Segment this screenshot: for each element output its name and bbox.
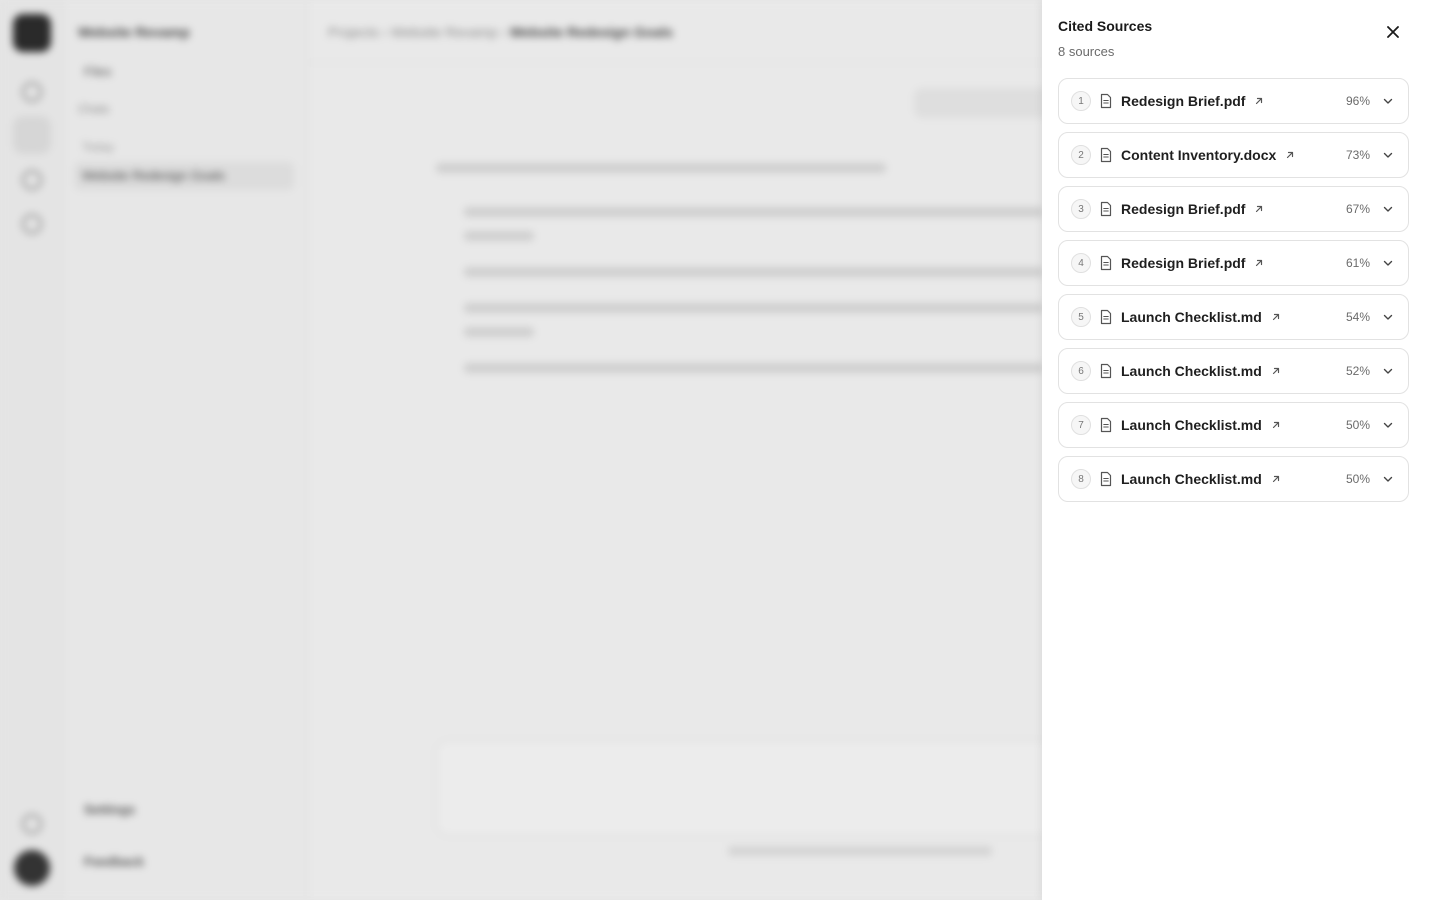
source-item[interactable]: 6 Launch Checklist.md 52% — [1058, 348, 1409, 394]
panel-title: Cited Sources — [1058, 18, 1153, 34]
projects-icon — [13, 116, 51, 154]
external-link-icon[interactable] — [1270, 365, 1282, 377]
sidebar-item-settings: Settings — [84, 802, 136, 817]
breadcrumb-item: Website Revamp — [391, 24, 498, 40]
source-item[interactable]: 5 Launch Checklist.md 54% — [1058, 294, 1409, 340]
message-composer — [436, 740, 1136, 836]
breadcrumb-item: Projects — [328, 24, 379, 40]
chevron-down-icon[interactable] — [1380, 417, 1396, 433]
source-name: Launch Checklist.md — [1121, 309, 1262, 325]
app-logo — [13, 14, 51, 52]
source-index: 6 — [1071, 361, 1091, 381]
source-name: Launch Checklist.md — [1121, 363, 1262, 379]
source-index: 3 — [1071, 199, 1091, 219]
source-name: Redesign Brief.pdf — [1121, 201, 1246, 217]
source-item[interactable]: 4 Redesign Brief.pdf 61% — [1058, 240, 1409, 286]
source-name: Launch Checklist.md — [1121, 471, 1262, 487]
avatar — [14, 850, 50, 886]
document-icon — [1099, 471, 1113, 487]
document-icon — [1099, 147, 1113, 163]
answer-line — [464, 267, 1044, 277]
source-item[interactable]: 3 Redesign Brief.pdf 67% — [1058, 186, 1409, 232]
external-link-icon[interactable] — [1270, 473, 1282, 485]
external-link-icon[interactable] — [1253, 95, 1265, 107]
source-name: Redesign Brief.pdf — [1121, 255, 1246, 271]
external-link-icon[interactable] — [1270, 311, 1282, 323]
chevron-down-icon[interactable] — [1380, 255, 1396, 271]
phone-icon — [22, 170, 42, 190]
relevance-score: 52% — [1345, 364, 1370, 378]
answer-line — [464, 231, 534, 241]
sidebar-item-current-chat: Website Redesign Goals — [74, 162, 294, 190]
help-icon — [22, 814, 42, 834]
source-index: 2 — [1071, 145, 1091, 165]
source-item[interactable]: 8 Launch Checklist.md 50% — [1058, 456, 1409, 502]
chevron-down-icon[interactable] — [1380, 93, 1396, 109]
answer-line — [436, 163, 886, 173]
document-icon — [1099, 363, 1113, 379]
relevance-score: 54% — [1345, 310, 1370, 324]
source-item[interactable]: 1 Redesign Brief.pdf 96% — [1058, 78, 1409, 124]
source-index: 8 — [1071, 469, 1091, 489]
disclaimer-text — [728, 846, 992, 856]
answer-line — [464, 327, 534, 337]
relevance-score: 61% — [1345, 256, 1370, 270]
external-link-icon[interactable] — [1284, 149, 1296, 161]
relevance-score: 50% — [1345, 472, 1370, 486]
document-icon — [1099, 255, 1113, 271]
source-item[interactable]: 7 Launch Checklist.md 50% — [1058, 402, 1409, 448]
close-icon — [1387, 26, 1399, 38]
chevron-down-icon[interactable] — [1380, 471, 1396, 487]
breadcrumb: Projects › Website Revamp › Website Rede… — [328, 24, 673, 40]
cited-sources-panel: Cited Sources 8 sources 1 Redesign Brief… — [1042, 0, 1440, 900]
close-button[interactable] — [1381, 20, 1405, 44]
answer-line — [464, 207, 1044, 217]
source-name: Launch Checklist.md — [1121, 417, 1262, 433]
document-icon — [1099, 417, 1113, 433]
source-list: 1 Redesign Brief.pdf 96% 2 Content Inven… — [1058, 78, 1409, 510]
relevance-score: 67% — [1345, 202, 1370, 216]
chevron-down-icon[interactable] — [1380, 147, 1396, 163]
document-icon — [1099, 201, 1113, 217]
sidebar-item-files: Files — [84, 64, 112, 79]
relevance-score: 73% — [1345, 148, 1370, 162]
sidebar-section-today: Today — [82, 140, 115, 154]
sources-count: 8 sources — [1058, 44, 1115, 59]
clipboard-icon — [22, 214, 42, 234]
source-name: Redesign Brief.pdf — [1121, 93, 1246, 109]
relevance-score: 96% — [1345, 94, 1370, 108]
sidebar-section-chats: Chats — [78, 102, 110, 116]
icon-rail — [0, 0, 64, 900]
source-name: Content Inventory.docx — [1121, 147, 1277, 163]
sidebar-item-feedback: Feedback — [84, 854, 144, 869]
external-link-icon[interactable] — [1253, 203, 1265, 215]
answer-line — [464, 303, 1044, 313]
breadcrumb-separator: › — [382, 24, 392, 40]
chevron-down-icon[interactable] — [1380, 201, 1396, 217]
relevance-score: 50% — [1345, 418, 1370, 432]
breadcrumb-separator: › — [501, 24, 510, 40]
source-index: 5 — [1071, 307, 1091, 327]
chat-icon — [22, 82, 42, 102]
source-index: 4 — [1071, 253, 1091, 273]
external-link-icon[interactable] — [1253, 257, 1265, 269]
answer-line — [464, 363, 1044, 373]
chevron-down-icon[interactable] — [1380, 309, 1396, 325]
project-sidebar: Website Revamp Files Chats Today Website… — [64, 0, 308, 900]
document-icon — [1099, 309, 1113, 325]
source-index: 1 — [1071, 91, 1091, 111]
document-icon — [1099, 93, 1113, 109]
source-index: 7 — [1071, 415, 1091, 435]
source-item[interactable]: 2 Content Inventory.docx 73% — [1058, 132, 1409, 178]
workspace-title: Website Revamp — [78, 24, 190, 40]
chevron-down-icon[interactable] — [1380, 363, 1396, 379]
breadcrumb-item-current: Website Redesign Goals — [509, 24, 673, 40]
external-link-icon[interactable] — [1270, 419, 1282, 431]
